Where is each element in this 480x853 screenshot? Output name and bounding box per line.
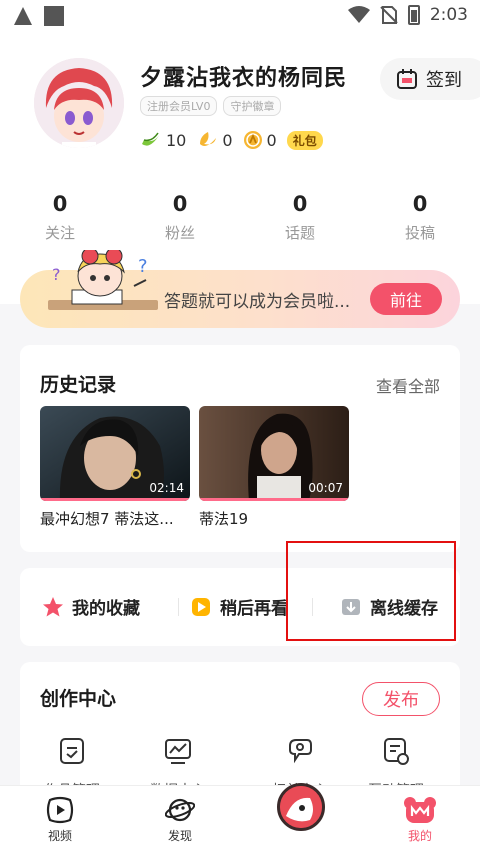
center-action-button[interactable] (277, 783, 325, 831)
highlight-box (286, 541, 456, 641)
works-icon (60, 738, 84, 764)
member-level-tag[interactable]: 注册会员LV0 (140, 96, 218, 116)
history-item-thumbnail[interactable]: 02:14 (40, 406, 190, 501)
submissions-number: 0 (412, 192, 428, 216)
history-progress-bar (199, 498, 349, 501)
moon-count: 0 (222, 130, 233, 150)
data-icon (165, 739, 191, 764)
history-card: 历史记录 查看全部 02:14 最冲幻想7 蒂法这... 00:07 蒂法19 (20, 345, 460, 552)
mascot-logo-icon (280, 786, 322, 828)
username: 夕露沾我衣的杨同民 (140, 66, 348, 91)
following-label: 关注 (44, 224, 75, 242)
interact-icon (384, 738, 409, 765)
checkin-label: 签到 (426, 70, 462, 91)
checkin-button[interactable]: 签到 (380, 58, 480, 100)
following-count[interactable]: 0 关注 (0, 192, 120, 243)
banner-mascot-illustration: ? ? (48, 250, 158, 310)
battery-icon (407, 5, 420, 25)
rights-icon (289, 739, 312, 764)
nav-discover[interactable]: 发现 (150, 796, 210, 844)
moon-balance[interactable]: 0 (196, 130, 233, 150)
calendar-icon (397, 69, 417, 89)
watch-later-label: 稍后再看 (220, 599, 288, 619)
wifi-icon (347, 6, 370, 23)
nav-video[interactable]: 视频 (30, 796, 90, 844)
banana-count: 10 (166, 130, 187, 150)
clock: 2:03 (429, 5, 468, 25)
nav-video-label: 视频 (47, 829, 72, 843)
submissions-count[interactable]: 0 投稿 (360, 192, 480, 243)
topics-label: 话题 (284, 224, 315, 242)
planet-icon (165, 798, 195, 822)
nav-my[interactable]: 我的 (390, 796, 450, 844)
star-icon (43, 596, 63, 616)
avatar[interactable] (34, 58, 124, 148)
topics-count[interactable]: 0 话题 (240, 192, 360, 243)
banner-go-button[interactable]: 前往 (370, 283, 442, 315)
favorites-button[interactable]: 我的收藏 (42, 594, 140, 619)
coin-icon (243, 131, 262, 149)
my-icon (404, 797, 436, 823)
watch-later-button[interactable]: 稍后再看 (190, 594, 288, 619)
coin-balance[interactable]: 0 (243, 130, 277, 150)
play-later-icon (192, 597, 210, 616)
publish-button[interactable]: 发布 (362, 682, 440, 716)
banana-balance[interactable]: 10 (140, 130, 186, 150)
video-duration: 00:07 (308, 481, 343, 495)
video-duration: 02:14 (149, 481, 184, 495)
creation-center-title: 创作中心 (40, 688, 117, 710)
history-progress-bar (40, 498, 190, 501)
banner-text: 答题就可以成为会员啦... (164, 292, 351, 312)
fans-count[interactable]: 0 粉丝 (120, 192, 240, 243)
moon-icon (200, 132, 217, 146)
fans-label: 粉丝 (164, 224, 195, 242)
following-number: 0 (52, 192, 68, 216)
history-item-thumbnail[interactable]: 00:07 (199, 406, 349, 501)
fans-number: 0 (172, 192, 188, 216)
banana-icon (142, 132, 160, 146)
gift-pack-badge[interactable]: 礼包 (286, 130, 323, 150)
quiz-banner[interactable]: ? ? 答题就可以成为会员啦... 前往 (20, 250, 460, 328)
bottom-navigation: 视频 发现 我的 (0, 783, 480, 853)
svg-text:?: ? (138, 256, 148, 277)
nav-my-label: 我的 (407, 829, 432, 843)
submissions-label: 投稿 (404, 224, 435, 242)
coin-count: 0 (266, 130, 277, 150)
divider (178, 598, 179, 616)
nav-discover-label: 发现 (167, 829, 192, 843)
history-see-all-link[interactable]: 查看全部 (376, 373, 440, 397)
history-item-title[interactable]: 最冲幻想7 蒂法这... (40, 508, 174, 529)
svg-text:?: ? (52, 265, 61, 284)
app-notification-icon (14, 7, 32, 25)
guard-badge-tag[interactable]: 守护徽章 (223, 96, 282, 116)
square-notification-icon (44, 6, 64, 26)
topics-number: 0 (292, 192, 308, 216)
status-bar: 2:03 (0, 0, 480, 34)
favorites-label: 我的收藏 (72, 599, 140, 619)
video-icon (46, 796, 74, 824)
no-sim-icon (380, 6, 398, 24)
history-item-title[interactable]: 蒂法19 (199, 508, 248, 529)
history-title: 历史记录 (40, 374, 117, 396)
